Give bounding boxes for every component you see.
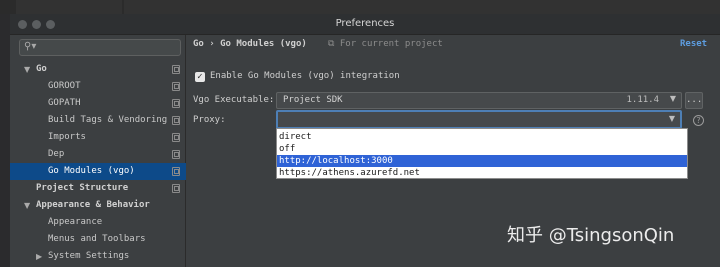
- vgo-executable-label: Vgo Executable:: [193, 95, 275, 105]
- proxy-dropdown-list: direct off http://localhost:3000 https:/…: [276, 128, 688, 179]
- chevron-down-icon[interactable]: ▼: [24, 197, 30, 214]
- enable-go-modules-label: Enable Go Modules (vgo) integration: [210, 71, 400, 81]
- help-icon[interactable]: ?: [693, 115, 704, 126]
- sidebar-item-goroot[interactable]: GOROOT: [10, 78, 186, 95]
- sidebar-item-system-settings[interactable]: ▶ System Settings: [10, 248, 186, 265]
- window-title: Preferences: [335, 18, 395, 29]
- title-bar: Preferences: [10, 14, 720, 35]
- project-scope-icon: [172, 150, 180, 159]
- proxy-option-direct[interactable]: direct: [277, 131, 687, 143]
- project-scope-icon: [172, 133, 180, 142]
- watermark: 知乎 @TsingsonQin: [507, 225, 675, 246]
- chevron-right-icon[interactable]: ▶: [36, 248, 42, 265]
- proxy-option-athens[interactable]: https://athens.azurefd.net: [277, 167, 687, 179]
- sidebar-item-go[interactable]: ▼ Go: [10, 61, 186, 78]
- project-scope-icon: [172, 82, 180, 91]
- project-scope-icon: [172, 167, 180, 176]
- proxy-option-off[interactable]: off: [277, 143, 687, 155]
- sidebar-item-dep[interactable]: Dep: [10, 146, 186, 163]
- sidebar-item-appearance[interactable]: Appearance: [10, 214, 186, 231]
- enable-go-modules-checkbox[interactable]: ✓: [195, 72, 205, 82]
- for-current-project-hint: ⧉ For current project: [328, 39, 443, 49]
- settings-search-input[interactable]: ⚲▾: [19, 39, 181, 56]
- sidebar-item-menus-toolbars[interactable]: Menus and Toolbars: [10, 231, 186, 248]
- project-scope-icon: [172, 65, 180, 74]
- breadcrumb: Go › Go Modules (vgo): [193, 39, 307, 49]
- chevron-down-icon[interactable]: ▼: [24, 61, 30, 78]
- browse-button[interactable]: ...: [685, 92, 703, 109]
- project-scope-icon: ⧉: [328, 39, 335, 49]
- project-scope-icon: [172, 184, 180, 193]
- sidebar-item-project-structure[interactable]: Project Structure: [10, 180, 186, 197]
- chevron-down-icon[interactable]: ▼: [669, 114, 675, 123]
- background-editor-strip: [0, 0, 720, 14]
- proxy-option-localhost[interactable]: http://localhost:3000: [277, 155, 687, 167]
- vgo-executable-select[interactable]: Project SDK 1.11.4 ▼: [276, 92, 682, 109]
- chevron-down-icon: ▼: [669, 94, 676, 103]
- reset-link[interactable]: Reset: [680, 39, 707, 49]
- project-scope-icon: [172, 116, 180, 125]
- sidebar-item-imports[interactable]: Imports: [10, 129, 186, 146]
- sidebar-item-appearance-behavior[interactable]: ▼ Appearance & Behavior: [10, 197, 186, 214]
- sidebar-item-gopath[interactable]: GOPATH: [10, 95, 186, 112]
- sidebar-item-build-tags[interactable]: Build Tags & Vendoring: [10, 112, 186, 129]
- proxy-combobox[interactable]: ▼: [276, 110, 682, 129]
- settings-sidebar: ⚲▾ ▼ Go GOROOT GOPATH Build Tags & Vendo…: [10, 35, 186, 267]
- search-icon: ⚲▾: [24, 41, 37, 52]
- project-scope-icon: [172, 99, 180, 108]
- proxy-label: Proxy:: [193, 115, 226, 125]
- sidebar-item-go-modules[interactable]: Go Modules (vgo): [10, 163, 186, 180]
